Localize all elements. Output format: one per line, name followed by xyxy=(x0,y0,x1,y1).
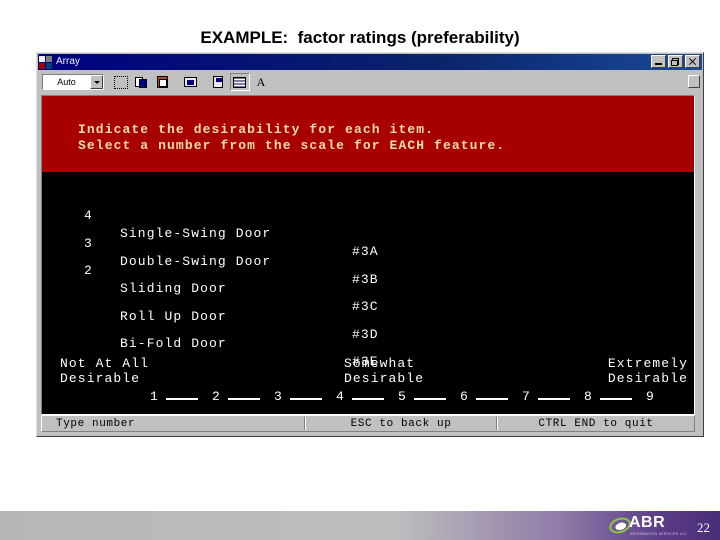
copy-icon xyxy=(135,76,149,89)
console-window: Array Auto A Indicate the desirability f… xyxy=(36,52,704,437)
abr-logo: ABR INFORMATION SERVICES LLC xyxy=(607,514,688,538)
brand-name: ABR xyxy=(629,514,666,531)
scale-tick[interactable]: 5 xyxy=(398,389,407,404)
mark-icon xyxy=(114,76,128,89)
scale-tick[interactable]: 2 xyxy=(212,389,221,404)
item-code: #3D xyxy=(352,326,379,342)
scale-anchor-high: Extremely Desirable xyxy=(607,356,688,386)
properties-button[interactable] xyxy=(209,73,229,91)
window-controls xyxy=(651,55,700,68)
scale-connector xyxy=(228,398,260,400)
scale-tick[interactable]: 7 xyxy=(522,389,531,404)
page-title: EXAMPLE: factor ratings (preferability) xyxy=(200,28,520,47)
page-number: 22 xyxy=(697,520,710,535)
dos-app-icon xyxy=(39,55,53,69)
full-screen-button[interactable] xyxy=(181,73,201,91)
scale-tick-row: 1 2 3 4 5 6 7 8 9 xyxy=(42,389,694,407)
scale-anchor-low: Not At All Desirable xyxy=(60,356,150,386)
scale-tick[interactable]: 4 xyxy=(336,389,345,404)
scale-connector xyxy=(538,398,570,400)
scale-connector xyxy=(600,398,632,400)
scale-tick[interactable]: 6 xyxy=(460,389,469,404)
scale-tick[interactable]: 9 xyxy=(646,389,655,404)
table-row[interactable]: 3 Double-Swing Door #3B xyxy=(42,218,694,287)
background-icon xyxy=(233,76,247,89)
scale-tick[interactable]: 1 xyxy=(150,389,159,404)
status-hint-input: Type number xyxy=(56,417,136,430)
console-screen: Indicate the desirability for each item.… xyxy=(41,95,695,415)
mark-button[interactable] xyxy=(111,73,131,91)
restore-button[interactable] xyxy=(668,55,683,68)
scale-tick[interactable]: 3 xyxy=(274,389,283,404)
font-button[interactable]: A xyxy=(251,73,271,91)
close-button[interactable] xyxy=(685,55,700,68)
toolbar-overflow-button[interactable] xyxy=(688,75,700,88)
minimize-button[interactable] xyxy=(651,55,666,68)
font-size-value: Auto xyxy=(57,76,76,87)
status-hint-quit: CTRL END to quit xyxy=(538,417,654,430)
font-size-dropdown[interactable]: Auto xyxy=(42,74,104,90)
status-hint-back: ESC to back up xyxy=(350,417,452,430)
rating-item-list: 4 Single-Swing Door #3A 3 Double-Swing D… xyxy=(42,190,694,369)
item-label: Bi-Fold Door xyxy=(120,336,227,351)
table-row[interactable]: 2 Sliding Door #3C xyxy=(42,245,694,314)
rating-scale: Not At All Desirable Somewhat Desirable … xyxy=(42,356,694,412)
console-toolbar: Auto A xyxy=(38,71,702,93)
properties-icon xyxy=(212,76,226,89)
scale-connector xyxy=(166,398,198,400)
chevron-down-icon[interactable] xyxy=(90,75,103,89)
window-titlebar[interactable]: Array xyxy=(38,54,702,70)
scale-connector xyxy=(414,398,446,400)
full-screen-icon xyxy=(184,76,198,89)
copy-button[interactable] xyxy=(132,73,152,91)
paste-button[interactable] xyxy=(153,73,173,91)
paste-icon xyxy=(156,76,170,89)
brand-tagline: INFORMATION SERVICES LLC xyxy=(630,532,688,536)
status-bar: Type number ESC to back up CTRL END to q… xyxy=(41,415,695,432)
font-a-icon: A xyxy=(256,75,266,89)
window-title-text: Array xyxy=(56,56,80,67)
scale-connector xyxy=(352,398,384,400)
instruction-line-1: Indicate the desirability for each item. xyxy=(78,122,435,137)
table-row[interactable]: 4 Single-Swing Door #3A xyxy=(42,190,694,259)
footer-band: ABR INFORMATION SERVICES LLC 22 xyxy=(0,511,720,540)
scale-tick[interactable]: 8 xyxy=(584,389,593,404)
scale-connector xyxy=(476,398,508,400)
table-row[interactable]: Bi-Fold Door #3E xyxy=(42,300,694,369)
instruction-banner: Indicate the desirability for each item.… xyxy=(42,96,694,172)
instruction-line-2: Select a number from the scale for EACH … xyxy=(78,138,506,153)
scale-connector xyxy=(290,398,322,400)
scale-anchor-mid: Somewhat Desirable xyxy=(344,356,425,386)
background-button[interactable] xyxy=(230,73,250,91)
table-row[interactable]: Roll Up Door #3D xyxy=(42,273,694,342)
slide-canvas: EXAMPLE: factor ratings (preferability) … xyxy=(0,0,720,540)
